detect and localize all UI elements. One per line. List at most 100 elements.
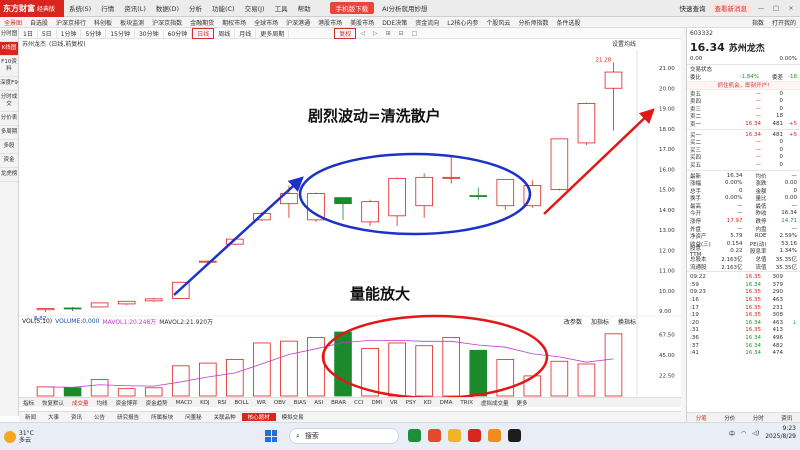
- left-nav-item[interactable]: 深度F9: [0, 77, 18, 91]
- tab-item[interactable]: L2核心内参: [443, 18, 482, 27]
- candlestick-chart[interactable]: 21.00 20.00 19.00 18.00 17.00 16.00 15.00 14.00…: [19, 28, 681, 416]
- tab-item[interactable]: 沪深港通: [282, 18, 314, 27]
- left-nav-item[interactable]: 分时成交: [0, 91, 18, 112]
- quote-footer-tab[interactable]: 分价: [724, 414, 735, 422]
- tab-item[interactable]: 美股市场: [346, 18, 378, 27]
- bottom-tab[interactable]: 所属板块: [145, 413, 179, 421]
- weather-widget[interactable]: 31°C 多云: [0, 430, 80, 444]
- volume-icon[interactable]: ◁): [752, 430, 759, 437]
- bottom-tab[interactable]: 大事: [42, 413, 65, 421]
- indicator-tab[interactable]: VR: [386, 400, 402, 406]
- menu-item[interactable]: 工具: [270, 3, 293, 13]
- tab-item[interactable]: 板块监测: [116, 18, 148, 27]
- tab-item[interactable]: 全球市场: [250, 18, 282, 27]
- menu-item[interactable]: 系统(S): [64, 3, 96, 13]
- indicator-tab[interactable]: WR: [253, 400, 270, 406]
- quote-footer-tab[interactable]: 资讯: [781, 414, 792, 422]
- clock[interactable]: 9:23 2025/8/29: [765, 425, 796, 441]
- qq-icon[interactable]: [508, 429, 521, 442]
- menu-item[interactable]: 交易(J): [240, 3, 270, 13]
- folder-icon[interactable]: [448, 429, 461, 442]
- minimize-button[interactable]: —: [756, 4, 766, 12]
- app-icon[interactable]: [488, 429, 501, 442]
- quote-footer-tab[interactable]: 分笔: [696, 414, 707, 422]
- indicator-tab[interactable]: BOLL: [231, 400, 253, 406]
- maximize-button[interactable]: □: [771, 4, 781, 12]
- ai-promo-link[interactable]: AI分析就用妙想: [382, 3, 427, 13]
- close-button[interactable]: ×: [786, 4, 796, 12]
- indicator-tab[interactable]: KDJ: [196, 400, 213, 406]
- edge-icon[interactable]: [408, 429, 421, 442]
- eastmoney-icon[interactable]: [468, 429, 481, 442]
- indicator-tab[interactable]: 资金博弈: [112, 399, 142, 407]
- bottom-tab[interactable]: 新闻: [19, 413, 42, 421]
- new-message-button[interactable]: 查看新消息: [710, 3, 751, 13]
- menu-item[interactable]: 资讯(L): [119, 3, 151, 13]
- quick-search-button[interactable]: 快速查询: [680, 3, 706, 13]
- bottom-tab[interactable]: 研究报告: [111, 413, 145, 421]
- tab-item[interactable]: 期权市场: [218, 18, 250, 27]
- tab-item[interactable]: 科创板: [90, 18, 116, 27]
- indicator-tab[interactable]: PSY: [402, 400, 420, 406]
- tab-item[interactable]: 全景图: [0, 18, 26, 27]
- menu-item[interactable]: 分析: [184, 3, 207, 13]
- indicator-tab[interactable]: MACD: [172, 400, 197, 406]
- indicator-tab[interactable]: ASI: [310, 400, 327, 406]
- left-nav-item[interactable]: F10资料: [0, 56, 18, 77]
- indicator-tab[interactable]: BRAR: [327, 400, 350, 406]
- indicator-tab[interactable]: 指标: [19, 399, 38, 407]
- tab-item[interactable]: 个股风云: [482, 18, 514, 27]
- menu-item[interactable]: 功能(C): [207, 3, 240, 13]
- menu-item[interactable]: 帮助: [293, 3, 316, 13]
- wifi-icon[interactable]: ◠: [741, 430, 746, 437]
- bottom-tab[interactable]: 公告: [88, 413, 111, 421]
- indicator-tab[interactable]: RSI: [214, 400, 231, 406]
- wps-icon[interactable]: [428, 429, 441, 442]
- indicator-tab[interactable]: TRIX: [456, 400, 477, 406]
- indicator-tab[interactable]: 资金趋势: [142, 399, 172, 407]
- taskbar-search[interactable]: ⌕ 搜索: [289, 428, 399, 444]
- left-nav-item[interactable]: 分时图: [0, 28, 18, 42]
- indicator-tab[interactable]: DMI: [367, 400, 386, 406]
- indicator-tab[interactable]: KD: [420, 400, 436, 406]
- indicator-tab[interactable]: 成交量: [68, 399, 93, 407]
- vol-control-button[interactable]: 换指标: [615, 317, 636, 326]
- tab-item[interactable]: 金融期货: [186, 18, 218, 27]
- tab-item[interactable]: 沪深京排行: [52, 18, 90, 27]
- quote-footer-tab[interactable]: 分时: [753, 414, 764, 422]
- tab-item[interactable]: 自选股: [26, 18, 52, 27]
- tab-right-item[interactable]: 指数: [748, 18, 768, 27]
- left-nav-item[interactable]: 多股: [0, 140, 18, 154]
- tab-item[interactable]: 沪深京指数: [148, 18, 186, 27]
- tab-item[interactable]: 分析师指数: [514, 18, 552, 27]
- bottom-tab[interactable]: 模拟交易: [276, 413, 310, 421]
- indicator-tab[interactable]: 更多: [513, 399, 532, 407]
- bottom-tab[interactable]: 资讯: [65, 413, 88, 421]
- tab-right-item[interactable]: 打开我的: [768, 18, 800, 27]
- open-account-banner[interactable]: 抓住机会，即刻开户!: [687, 80, 800, 90]
- windows-start-icon[interactable]: [265, 430, 277, 442]
- bottom-tab[interactable]: 问董秘: [179, 413, 208, 421]
- indicator-tab[interactable]: 恢复默认: [38, 399, 68, 407]
- indicator-tab[interactable]: 虚拟成交量: [477, 399, 513, 407]
- vol-control-button[interactable]: 加指标: [588, 317, 609, 326]
- left-nav-item[interactable]: 多周期: [0, 126, 18, 140]
- menu-item[interactable]: 数据(D): [151, 3, 184, 13]
- indicator-tab[interactable]: 均线: [93, 399, 112, 407]
- tab-item[interactable]: 港股市场: [314, 18, 346, 27]
- mobile-download-button[interactable]: 手机版下载: [329, 2, 375, 14]
- left-nav-item[interactable]: 分价表: [0, 112, 18, 126]
- menu-item[interactable]: 行情: [96, 3, 119, 13]
- left-nav-item[interactable]: K线图: [0, 42, 18, 56]
- tab-item[interactable]: DDE决策: [378, 18, 411, 27]
- indicator-tab[interactable]: BIAS: [290, 400, 311, 406]
- bottom-tab[interactable]: 关联品种: [208, 413, 242, 421]
- tab-item[interactable]: 条件选股: [552, 18, 584, 27]
- indicator-tab[interactable]: OBV: [270, 400, 290, 406]
- left-nav-item[interactable]: 龙虎榜: [0, 168, 18, 182]
- indicator-tab[interactable]: DMA: [436, 400, 457, 406]
- indicator-tab[interactable]: CCI: [350, 400, 367, 406]
- vol-control-button[interactable]: 改参数: [561, 317, 582, 326]
- ime-indicator[interactable]: 中: [729, 429, 735, 438]
- left-nav-item[interactable]: 资金: [0, 154, 18, 168]
